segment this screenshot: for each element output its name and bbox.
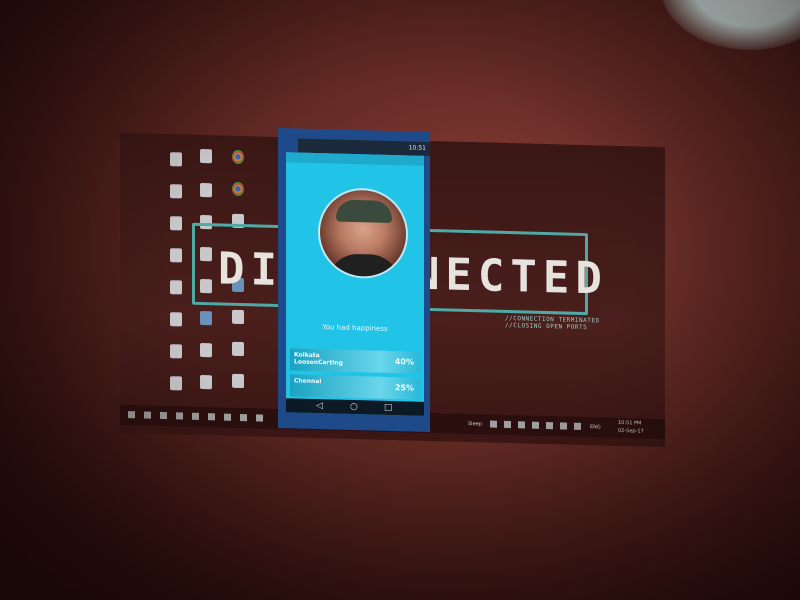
- file-icon[interactable]: [200, 310, 212, 326]
- stat-percent: 25%: [394, 383, 414, 393]
- tray-icon[interactable]: [546, 422, 553, 430]
- shirt-shape: [328, 253, 400, 280]
- recents-icon[interactable]: □: [384, 403, 393, 413]
- task-view-icon[interactable]: [160, 411, 167, 420]
- start-icon[interactable]: [128, 411, 135, 419]
- file-icon[interactable]: [232, 341, 244, 357]
- file-icon[interactable]: [170, 152, 182, 167]
- chrome-icon[interactable]: [232, 181, 244, 197]
- profile-avatar[interactable]: [318, 187, 408, 280]
- app-icon[interactable]: [240, 414, 247, 422]
- app-icon[interactable]: [208, 413, 215, 421]
- light-glare: [660, 0, 800, 50]
- tray-icon[interactable]: [560, 422, 567, 430]
- file-icon[interactable]: [232, 373, 244, 389]
- app-icon[interactable]: [224, 413, 231, 421]
- android-nav-bar: ◁ ○ □: [286, 398, 424, 416]
- file-icon[interactable]: [170, 312, 182, 327]
- file-icon[interactable]: [170, 280, 182, 295]
- tray-icon[interactable]: [504, 420, 511, 429]
- tray-icon[interactable]: [532, 421, 539, 429]
- back-icon[interactable]: ◁: [316, 401, 323, 411]
- file-icon[interactable]: [200, 148, 212, 164]
- tray-icon[interactable]: [574, 422, 581, 430]
- app-icon[interactable]: [192, 412, 199, 420]
- home-icon[interactable]: ○: [350, 402, 358, 412]
- phone-screen: You had happiness Kolkata LoosenCarting …: [286, 152, 424, 416]
- file-icon[interactable]: [200, 374, 212, 390]
- file-icon[interactable]: [232, 309, 244, 325]
- clock-date[interactable]: 02-Sep-17: [618, 428, 644, 435]
- stat-name: Kolkata LoosenCarting: [294, 351, 343, 367]
- phone-mirror-window[interactable]: 10:51 You had happiness Kolkata LoosenCa…: [278, 128, 430, 432]
- app-icon[interactable]: [176, 412, 183, 420]
- cap-shape: [336, 199, 392, 223]
- file-icon[interactable]: [170, 216, 182, 231]
- language-indicator[interactable]: ENG: [590, 424, 601, 430]
- photo-scene: DISCONNECTED //CONNECTION TERMINATED //C…: [0, 0, 800, 600]
- chrome-icon[interactable]: [232, 149, 244, 165]
- file-icon[interactable]: [200, 342, 212, 358]
- file-icon[interactable]: [170, 184, 182, 199]
- stat-name: Chennai: [294, 377, 322, 386]
- search-icon[interactable]: [144, 411, 151, 419]
- stat-card[interactable]: Chennai 25%: [290, 374, 420, 400]
- file-icon[interactable]: [170, 344, 182, 359]
- sleep-label[interactable]: Sleep: [468, 421, 482, 427]
- banner-subtitle: //CONNECTION TERMINATED //CLOSING OPEN P…: [505, 314, 600, 332]
- tray-icon[interactable]: [518, 421, 525, 429]
- desktop-icons: [138, 147, 258, 391]
- file-icon[interactable]: [170, 376, 182, 391]
- tray-icon[interactable]: [490, 420, 497, 428]
- stat-card[interactable]: Kolkata LoosenCarting 40%: [290, 348, 420, 374]
- file-icon[interactable]: [200, 182, 212, 198]
- file-icon[interactable]: [170, 248, 182, 263]
- stat-percent: 40%: [394, 357, 414, 367]
- app-icon[interactable]: [256, 414, 263, 422]
- status-time: 10:51: [408, 144, 426, 152]
- clock-time[interactable]: 10:51 PM: [618, 420, 641, 427]
- welcome-text: You had happiness: [322, 323, 388, 333]
